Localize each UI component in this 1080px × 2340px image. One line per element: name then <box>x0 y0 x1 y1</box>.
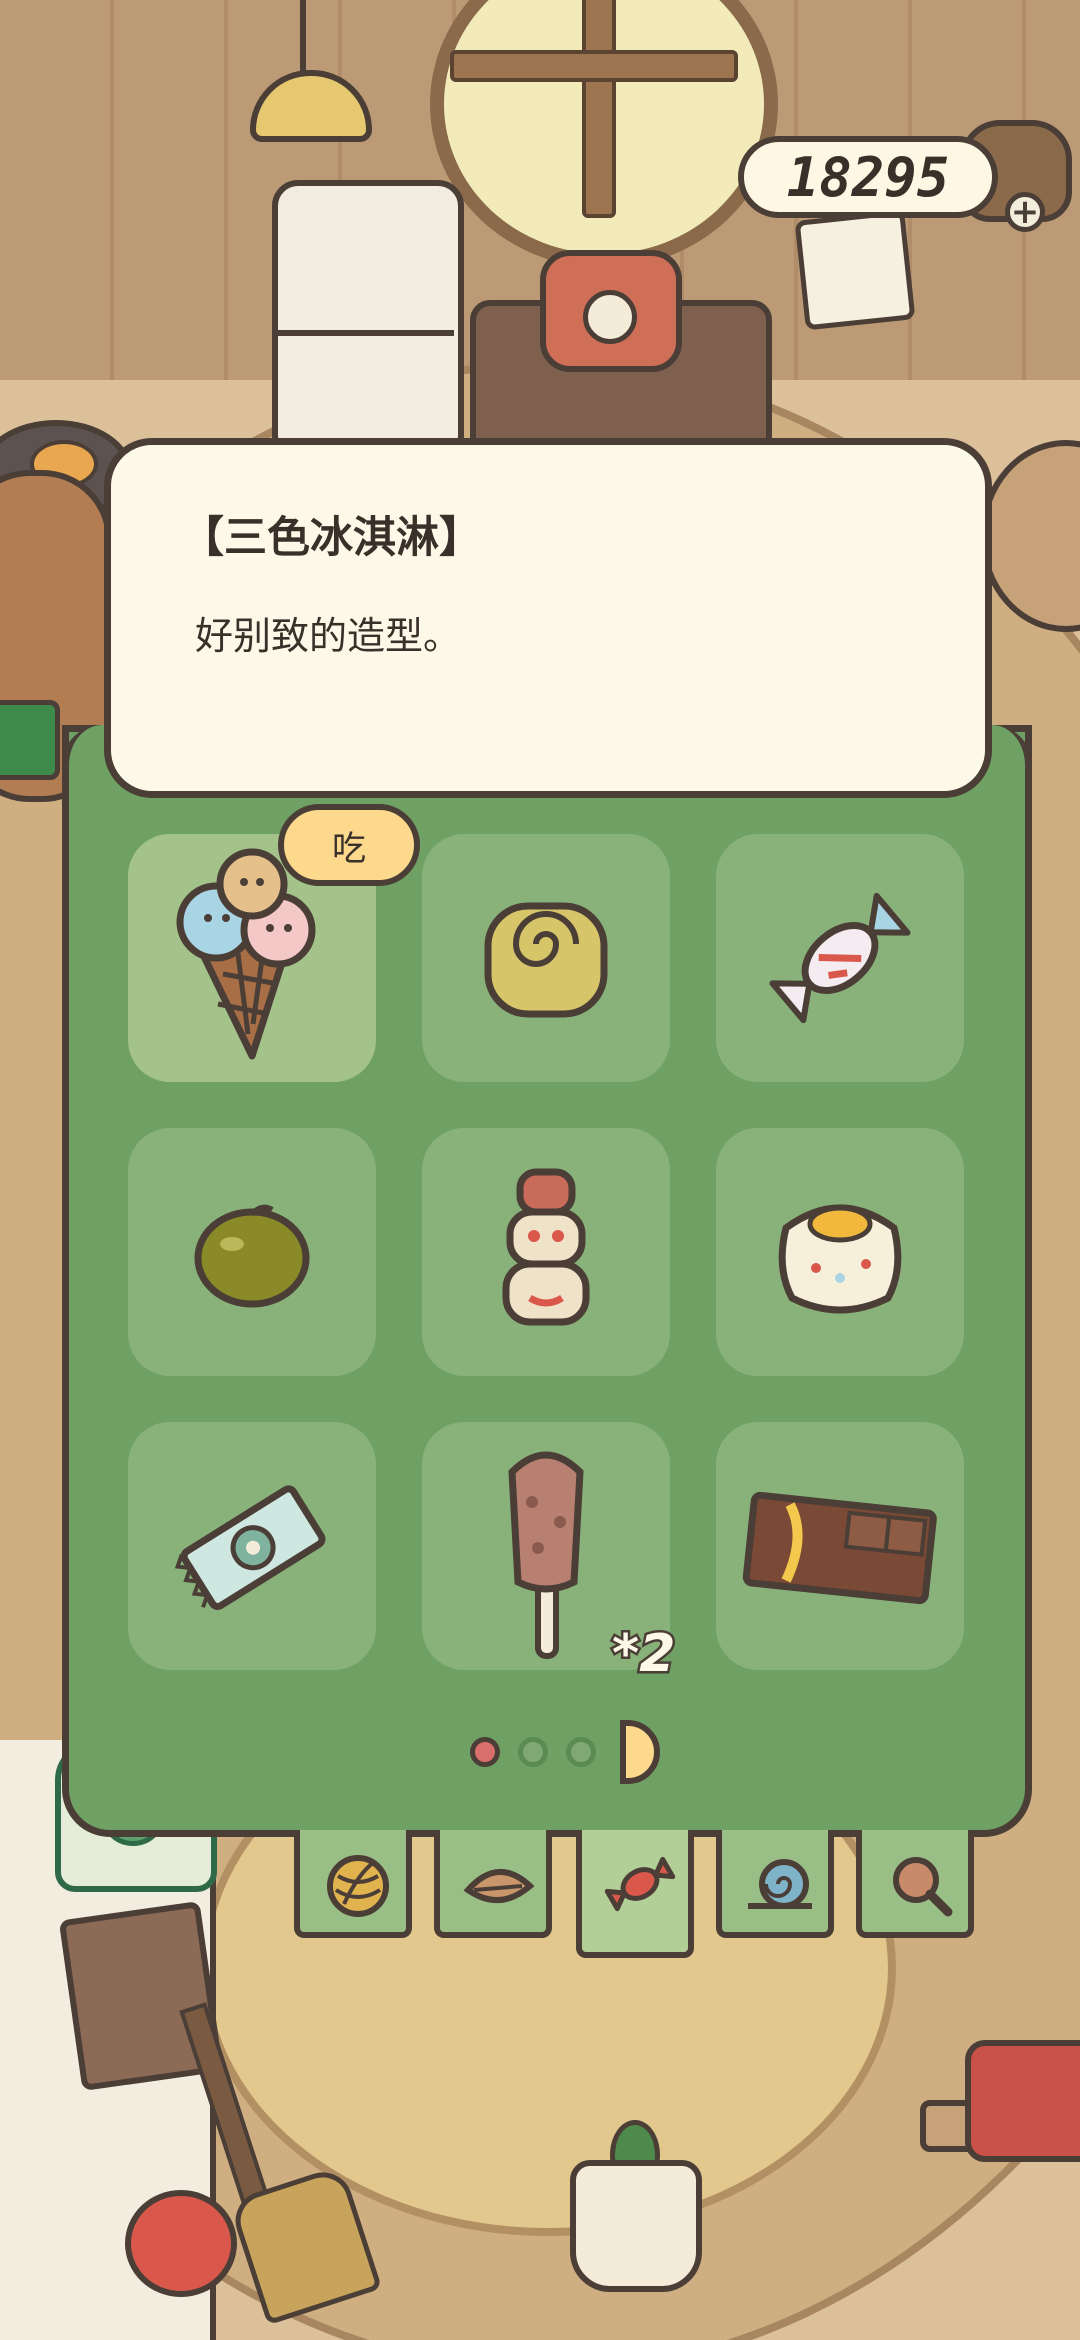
inventory-slot-dango[interactable] <box>422 1128 670 1376</box>
plus-icon[interactable]: + <box>1005 192 1045 232</box>
phone-dial <box>583 290 637 344</box>
candy-icon <box>769 892 911 1024</box>
inventory-slot-roll-cake[interactable] <box>422 834 670 1082</box>
page-dot-2[interactable] <box>518 1737 548 1767</box>
tab-snail[interactable] <box>716 1830 834 1938</box>
item-description: 好别致的造型。 <box>195 614 462 658</box>
bun-icon <box>778 1204 902 1314</box>
inventory-slot-wrapped-snack[interactable] <box>128 1422 376 1670</box>
magnifier-icon <box>893 1857 953 1917</box>
next-page-button[interactable] <box>620 1720 660 1784</box>
calendar <box>794 209 916 331</box>
tab-yarn[interactable] <box>294 1830 412 1938</box>
page-indicator <box>470 1720 660 1784</box>
leaf-icon <box>463 1868 535 1904</box>
coin-counter: 18295 <box>738 136 998 218</box>
inventory-slot-bun[interactable] <box>716 1128 964 1376</box>
window-frame <box>582 0 616 218</box>
item-count-badge: *2 <box>609 1622 677 1687</box>
tab-leaf[interactable] <box>434 1830 552 1938</box>
chocolate-bar-icon <box>742 1491 937 1605</box>
dango-icon <box>502 1168 590 1326</box>
inventory-slot-candy[interactable] <box>716 834 964 1082</box>
fridge <box>272 180 464 462</box>
tab-snacks[interactable] <box>576 1830 694 1958</box>
npc-apron <box>0 700 60 780</box>
eat-button[interactable]: 吃 <box>278 804 420 886</box>
wrapped-snack-icon <box>174 1485 326 1610</box>
snail-icon <box>748 1859 812 1909</box>
page-dot-3[interactable] <box>566 1737 596 1767</box>
lamp-cord <box>300 0 306 74</box>
inventory-slot-fruit[interactable] <box>128 1128 376 1376</box>
window-frame <box>450 50 738 82</box>
page-dot-1[interactable] <box>470 1737 500 1767</box>
fridge-door-line <box>278 330 454 336</box>
fruit-icon <box>194 1204 310 1308</box>
potted-plant <box>570 2160 702 2292</box>
candy-icon <box>604 1856 676 1912</box>
radio <box>965 2040 1080 2162</box>
inventory-slot-chocolate-bar[interactable] <box>716 1422 964 1670</box>
item-title: 【三色冰淇淋】 <box>181 513 482 563</box>
item-description-bubble: 【三色冰淇淋】 好别致的造型。 <box>104 438 992 798</box>
apple <box>125 2190 237 2297</box>
roll-cake-icon <box>484 902 608 1018</box>
tab-magnifier[interactable] <box>856 1830 974 1938</box>
yarn-icon <box>327 1855 389 1917</box>
